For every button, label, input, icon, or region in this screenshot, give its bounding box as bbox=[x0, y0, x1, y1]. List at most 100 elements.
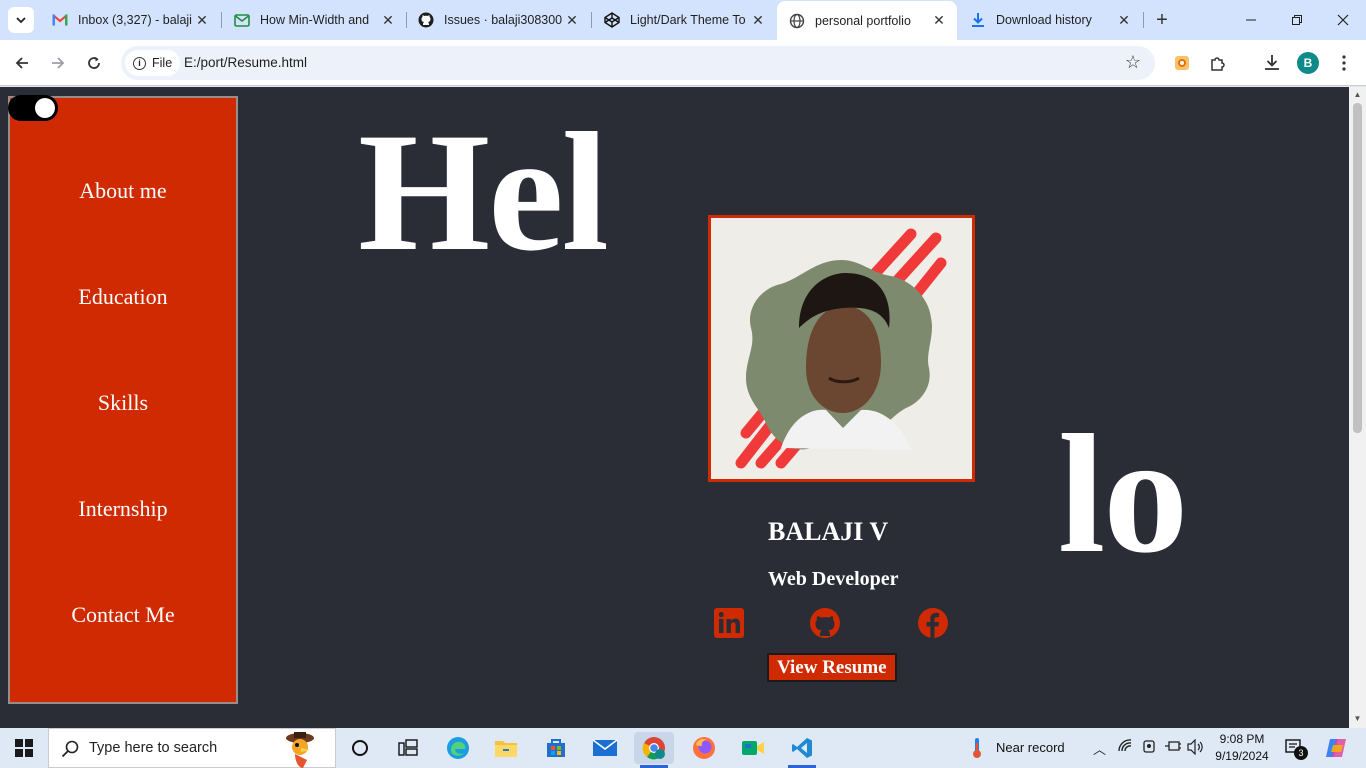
close-icon[interactable]: ✕ bbox=[1114, 10, 1134, 30]
vertical-scrollbar[interactable]: ▲ ▼ bbox=[1349, 87, 1366, 728]
profile-photo-illustration bbox=[735, 228, 947, 469]
meet-now-icon[interactable] bbox=[733, 732, 773, 764]
site-info-chip[interactable]: i File bbox=[125, 50, 181, 76]
downloads-icon[interactable] bbox=[1261, 52, 1283, 74]
extension-icon[interactable] bbox=[1171, 52, 1193, 74]
edge-icon[interactable] bbox=[438, 732, 478, 764]
search-placeholder: Type here to search bbox=[89, 740, 218, 756]
scroll-up-icon[interactable]: ▲ bbox=[1353, 90, 1362, 99]
linkedin-icon[interactable] bbox=[713, 607, 745, 639]
taskbar-search-input[interactable]: Type here to search bbox=[48, 728, 336, 768]
chrome-icon[interactable] bbox=[634, 732, 674, 768]
view-resume-button[interactable]: View Resume bbox=[767, 653, 897, 682]
theme-toggle[interactable] bbox=[8, 95, 58, 121]
tab-codepen[interactable]: Light/Dark Theme To ✕ bbox=[592, 0, 776, 40]
task-view-icon[interactable] bbox=[388, 732, 428, 764]
tab-gmail[interactable]: Inbox (3,327) - balaji ✕ bbox=[40, 0, 220, 40]
notifications-button[interactable]: 3 bbox=[1280, 732, 1310, 764]
microsoft-store-icon[interactable] bbox=[536, 732, 576, 764]
weather-thermometer-icon[interactable] bbox=[962, 732, 992, 764]
tab-title: Download history bbox=[996, 13, 1092, 27]
tab-title: Light/Dark Theme To bbox=[630, 13, 746, 27]
minimize-icon bbox=[1246, 19, 1256, 21]
github-icon bbox=[418, 12, 434, 28]
arrow-left-icon bbox=[15, 57, 28, 69]
copilot-icon[interactable] bbox=[1318, 732, 1354, 764]
info-icon: i bbox=[133, 56, 146, 70]
close-icon[interactable]: ✕ bbox=[378, 10, 398, 30]
scheme-label: File bbox=[152, 56, 173, 70]
hero-text-right: lo bbox=[1058, 400, 1188, 588]
codepen-icon bbox=[604, 12, 620, 28]
clock-date: 9/19/2024 bbox=[1215, 749, 1269, 763]
tab-title: How Min-Width and bbox=[260, 13, 370, 27]
profile-role: Web Developer bbox=[768, 568, 899, 590]
back-button[interactable] bbox=[8, 49, 36, 77]
system-clock[interactable]: 9:08 PM 9/19/2024 bbox=[1214, 731, 1270, 765]
restore-button[interactable] bbox=[1274, 0, 1320, 40]
gmail-icon bbox=[52, 12, 68, 28]
download-icon bbox=[970, 12, 986, 28]
facebook-icon[interactable] bbox=[917, 607, 949, 639]
profile-name: BALAJI V bbox=[768, 517, 889, 546]
sidebar-item-contact-me[interactable]: Contact Me bbox=[10, 602, 236, 628]
mail-icon[interactable] bbox=[585, 732, 625, 764]
firefox-icon[interactable] bbox=[684, 732, 724, 764]
notification-badge: 3 bbox=[1294, 746, 1308, 760]
vscode-icon[interactable] bbox=[782, 732, 822, 768]
chevron-down-icon bbox=[16, 17, 26, 24]
sidebar-item-skills[interactable]: Skills bbox=[10, 390, 236, 416]
start-button[interactable] bbox=[0, 728, 48, 768]
windows-taskbar: Type here to search Near record ︿ 9:08 P… bbox=[0, 728, 1366, 768]
weather-text[interactable]: Near record bbox=[996, 740, 1065, 755]
task-view-button[interactable] bbox=[340, 732, 380, 764]
profile-avatar[interactable]: B bbox=[1297, 52, 1319, 74]
tab-title: personal portfolio bbox=[815, 13, 911, 28]
close-icon[interactable]: ✕ bbox=[192, 10, 212, 30]
search-highlight-icon bbox=[286, 732, 314, 768]
new-tab-button[interactable]: + bbox=[1150, 8, 1174, 32]
sidebar-item-internship[interactable]: Internship bbox=[10, 496, 236, 522]
mail-check-icon bbox=[234, 12, 250, 28]
clock-time: 9:08 PM bbox=[1219, 732, 1265, 746]
browser-toolbar: i File E:/port/Resume.html ☆ bbox=[0, 40, 1366, 86]
tab-min-width[interactable]: How Min-Width and ✕ bbox=[222, 0, 406, 40]
url-text[interactable]: E:/port/Resume.html bbox=[184, 55, 307, 70]
power-plug-icon[interactable] bbox=[1164, 739, 1182, 756]
address-bar[interactable]: i File E:/port/Resume.html ☆ bbox=[121, 46, 1155, 80]
arrow-right-icon bbox=[52, 57, 65, 69]
github-icon[interactable] bbox=[809, 607, 841, 639]
close-icon[interactable]: ✕ bbox=[929, 11, 949, 31]
tab-strip: Inbox (3,327) - balaji ✕ How Min-Width a… bbox=[0, 0, 1366, 40]
scroll-down-icon[interactable]: ▼ bbox=[1353, 714, 1362, 723]
close-icon[interactable]: ✕ bbox=[562, 10, 582, 30]
scroll-thumb[interactable] bbox=[1353, 103, 1362, 433]
reload-button[interactable] bbox=[80, 49, 108, 77]
sidebar-item-about-me[interactable]: About me bbox=[10, 178, 236, 204]
globe-icon bbox=[789, 13, 805, 29]
restore-icon bbox=[1292, 15, 1302, 25]
tab-download-history[interactable]: Download history ✕ bbox=[958, 0, 1142, 40]
sidebar-nav: About me Education Skills Internship Con… bbox=[8, 96, 238, 704]
minimize-button[interactable] bbox=[1228, 0, 1274, 40]
close-icon[interactable]: ✕ bbox=[748, 10, 768, 30]
volume-icon[interactable] bbox=[1187, 738, 1205, 758]
tab-github-issues[interactable]: Issues · balaji308300/ ✕ bbox=[406, 0, 590, 40]
sidebar-item-education[interactable]: Education bbox=[10, 284, 236, 310]
meet-icon[interactable] bbox=[1141, 739, 1157, 758]
network-icon[interactable] bbox=[1118, 739, 1134, 756]
profile-photo bbox=[708, 215, 975, 482]
tab-search-button[interactable] bbox=[8, 7, 34, 33]
file-explorer-icon[interactable] bbox=[486, 732, 526, 764]
extensions-puzzle-icon[interactable] bbox=[1207, 52, 1229, 74]
tab-title: Issues · balaji308300/ bbox=[444, 13, 562, 27]
bookmark-star-icon[interactable]: ☆ bbox=[1125, 52, 1141, 73]
chevron-up-icon[interactable]: ︿ bbox=[1093, 739, 1106, 758]
forward-button[interactable] bbox=[44, 49, 72, 77]
tab-personal-portfolio[interactable]: personal portfolio ✕ bbox=[777, 1, 957, 40]
more-menu-icon[interactable] bbox=[1333, 52, 1355, 74]
toggle-knob bbox=[35, 98, 55, 118]
windows-logo-icon bbox=[15, 739, 33, 757]
close-window-button[interactable] bbox=[1320, 0, 1366, 40]
hero-text-left: Hel bbox=[358, 98, 609, 286]
